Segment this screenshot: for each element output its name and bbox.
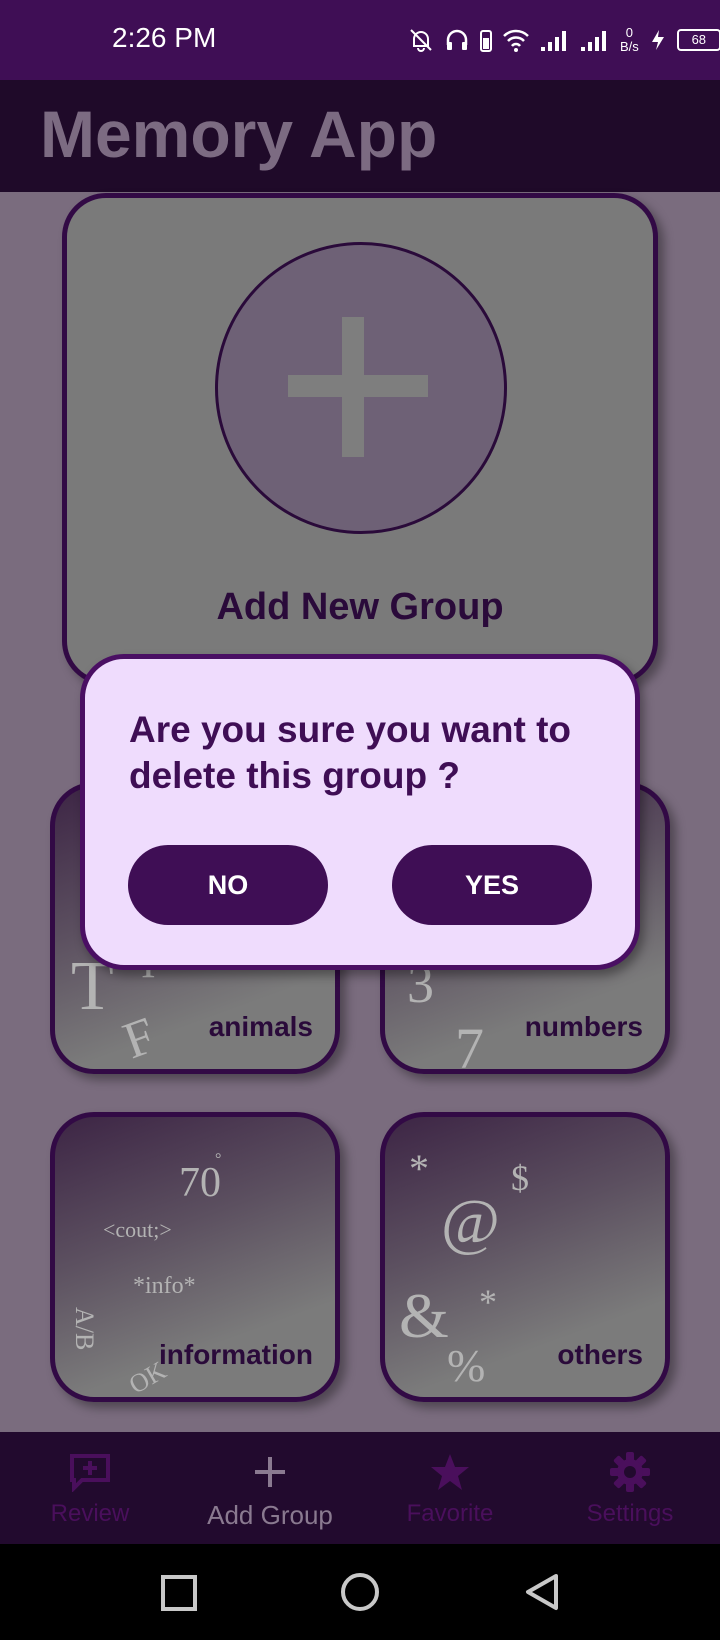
decor-symbol: $ (511, 1158, 529, 1198)
group-label: animals (208, 1011, 313, 1042)
network-speed: 0 B/s (620, 26, 639, 54)
add-group-circle[interactable] (215, 242, 507, 534)
wifi-icon (503, 29, 529, 52)
yes-button[interactable]: YES (392, 845, 592, 925)
nav-item-review[interactable]: Review (0, 1432, 180, 1544)
add-comment-icon (70, 1454, 110, 1492)
headphones-icon (446, 29, 468, 50)
decor-text: <cout;> (103, 1217, 172, 1242)
decor-text: A/B (70, 1307, 99, 1351)
nav-item-add-group[interactable]: Add Group (180, 1432, 360, 1544)
add-group-label: Add New Group (216, 586, 504, 628)
network-speed-unit: B/s (620, 39, 639, 54)
add-group-card[interactable]: Add New Group (62, 193, 658, 685)
decor-symbol: @ (441, 1186, 500, 1257)
bottom-nav: Review Add Group Favorite Settings (0, 1432, 720, 1544)
group-card-information[interactable]: 70 ° <cout;> *info* A/B OK information (50, 1112, 340, 1402)
home-icon[interactable] (340, 1572, 380, 1612)
status-icons: 0 B/s 68 (408, 22, 720, 58)
group-label: others (557, 1339, 643, 1370)
group-card-others[interactable]: * $ @ & * % others (380, 1112, 670, 1402)
decor-symbol: ° (215, 1151, 222, 1168)
signal-icon (581, 31, 606, 51)
status-time: 2:26 PM (112, 22, 217, 53)
group-label: information (159, 1339, 313, 1370)
system-nav-bar (0, 1544, 720, 1640)
delete-confirm-dialog: Are you sure you want to delete this gro… (80, 654, 640, 970)
network-speed-value: 0 (625, 25, 634, 40)
decor-text: *info* (133, 1273, 196, 1299)
charging-icon (651, 30, 664, 50)
decor-number: 7 (455, 1016, 484, 1074)
nav-label: Settings (586, 1500, 674, 1527)
bell-off-icon (410, 29, 432, 52)
app-title: Memory App (40, 97, 438, 171)
nav-label: Add Group (207, 1500, 333, 1530)
decor-letter: F (116, 1006, 163, 1071)
dialog-message: Are you sure you want to delete this gro… (129, 709, 572, 796)
nav-label: Favorite (406, 1500, 494, 1527)
signal-icon (541, 31, 566, 51)
sim-battery-icon (480, 30, 492, 52)
nav-label: Review (50, 1500, 130, 1527)
status-bar: 2:26 PM 0 B/s 68 (0, 0, 720, 80)
nav-item-settings[interactable]: Settings (540, 1432, 720, 1544)
back-icon[interactable] (522, 1572, 562, 1612)
decor-symbol: * (479, 1282, 497, 1322)
recents-icon[interactable] (160, 1574, 198, 1612)
battery-indicator: 68 (676, 29, 720, 51)
nav-item-favorite[interactable]: Favorite (360, 1432, 540, 1544)
no-button[interactable]: NO (128, 845, 328, 925)
star-icon (431, 1454, 469, 1490)
decor-symbol: % (447, 1340, 486, 1391)
plus-icon (255, 1457, 285, 1487)
group-label: numbers (524, 1011, 643, 1042)
decor-symbol: * (409, 1146, 429, 1191)
gear-icon (610, 1452, 650, 1492)
decor-symbol: & (399, 1280, 449, 1351)
